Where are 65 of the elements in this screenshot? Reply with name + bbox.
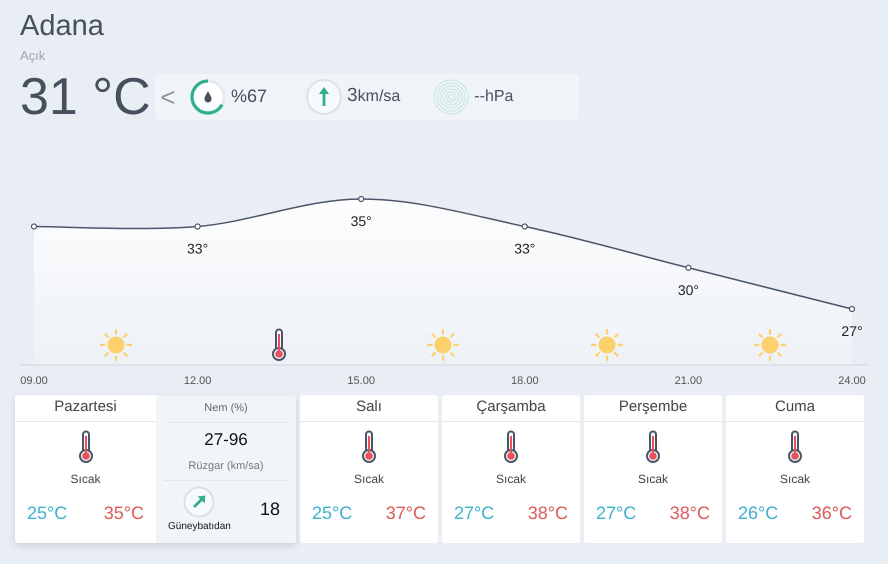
temperature-label: 27° (841, 322, 863, 338)
day-card[interactable]: Salı Sıcak 25°C 37°C (300, 394, 438, 542)
current-temperature: 31 °C (20, 68, 152, 126)
high-temperature: 38°C (670, 502, 710, 524)
sun-icon (753, 328, 788, 362)
wind-speed: 18 (260, 498, 280, 521)
day-name: Cuma (726, 394, 864, 422)
pressure-icon (432, 78, 470, 116)
sun-icon (590, 328, 624, 362)
condition-label: Sıcak (638, 470, 668, 488)
time-label: 09.00 (20, 374, 48, 386)
wind-speed-unit: km/sa (358, 87, 400, 108)
wind-direction-icon (183, 486, 216, 518)
thermometer-icon (504, 430, 518, 464)
data-point (194, 222, 201, 230)
wind-label: Rüzgar (km/sa) (188, 459, 264, 474)
time-label: 12.00 (184, 374, 212, 386)
high-temperature: 38°C (528, 502, 568, 524)
sun-icon (426, 328, 460, 362)
condition-label: Sıcak (780, 470, 810, 488)
low-temperature: 26°C (738, 502, 778, 524)
data-point (685, 264, 692, 270)
temperature-label: 30° (678, 281, 699, 298)
time-label: 24.00 (838, 374, 866, 386)
wind-speed-value: 3 (347, 84, 358, 108)
day-card[interactable]: Çarşamba Sıcak 27°C 38°C (442, 394, 580, 542)
humidity-ring-icon (189, 78, 227, 116)
data-point (848, 305, 856, 312)
thermometer-icon (78, 430, 92, 464)
high-temperature: 36°C (812, 502, 852, 524)
day-name: Perşembe (584, 394, 722, 422)
pressure-value: --hPa (474, 86, 514, 106)
time-label: 15.00 (347, 374, 375, 386)
condition-text: Açık (20, 47, 46, 65)
low-temperature: 25°C (27, 502, 68, 524)
day-card[interactable]: Cuma Sıcak 26°C 36°C (726, 394, 864, 542)
temperature-label: 33° (514, 240, 536, 256)
data-point (358, 195, 364, 202)
thermometer-icon (272, 328, 286, 362)
low-temperature: 27°C (454, 502, 494, 524)
day-name: Salı (300, 394, 438, 422)
city-name: Adana (20, 9, 105, 44)
high-temperature: 35°C (104, 502, 144, 524)
temperature-label: 35° (350, 212, 372, 228)
time-label: 18.00 (511, 374, 539, 386)
condition-label: Sıcak (496, 470, 526, 488)
thermometer-icon (788, 430, 802, 464)
time-label: 21.00 (674, 374, 702, 386)
low-temperature: 27°C (596, 502, 636, 524)
sun-icon (98, 328, 133, 362)
condition-label: Sıcak (354, 470, 384, 488)
thermometer-icon (362, 430, 376, 464)
low-temperature: 25°C (312, 502, 352, 524)
day-card[interactable]: Perşembe Sıcak 27°C 38°C (584, 394, 722, 542)
thermometer-icon (646, 430, 660, 464)
data-point (30, 222, 38, 230)
humidity-range: 27-96 (204, 428, 248, 450)
wind-direction: Güneybatıdan (168, 520, 231, 534)
condition-label: Sıcak (70, 470, 100, 488)
data-point (522, 222, 528, 230)
humidity-label: Nem (%) (204, 400, 248, 416)
temperature-label: 33° (187, 240, 208, 256)
day-name: Çarşamba (442, 394, 580, 422)
humidity-value: %67 (231, 85, 268, 108)
high-temperature: 37°C (386, 502, 426, 524)
